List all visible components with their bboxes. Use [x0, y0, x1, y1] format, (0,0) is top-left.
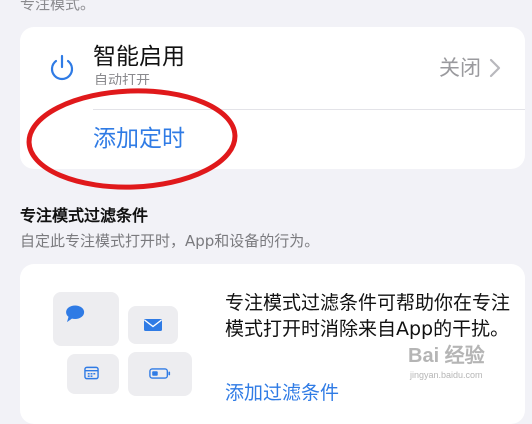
smart-activation-title: 智能启用	[93, 44, 185, 70]
calendar-icon	[84, 366, 99, 380]
tile-mail	[128, 306, 178, 344]
message-bubble-icon	[66, 305, 85, 323]
smart-activation-subtitle: 自动打开	[94, 73, 150, 85]
power-icon	[50, 54, 74, 81]
add-filter-button[interactable]: 添加过滤条件	[225, 380, 339, 406]
filters-description: 自定此专注模式打开时，App和设备的行为。	[20, 232, 320, 250]
tile-battery	[128, 352, 192, 396]
filters-header: 专注模式过滤条件	[20, 206, 149, 225]
mail-icon	[144, 319, 162, 331]
battery-icon	[149, 368, 171, 379]
add-schedule-button[interactable]: 添加定时	[93, 123, 185, 155]
section-caption: 专注模式。	[20, 0, 96, 13]
smart-activation-row[interactable]: 智能启用 自动打开 关闭	[20, 27, 525, 109]
row-divider	[93, 109, 525, 110]
filters-card: 专注模式过滤条件可帮助你在专注模式打开时消除来自App的干扰。 添加过滤条件	[20, 264, 525, 424]
filters-info-text: 专注模式过滤条件可帮助你在专注模式打开时消除来自App的干扰。	[225, 292, 511, 340]
chevron-right-icon	[489, 58, 501, 78]
tile-calendar	[67, 354, 119, 394]
smart-activation-value: 关闭	[439, 56, 481, 80]
schedule-card: 智能启用 自动打开 关闭 添加定时	[20, 27, 525, 169]
tile-message	[53, 292, 119, 346]
